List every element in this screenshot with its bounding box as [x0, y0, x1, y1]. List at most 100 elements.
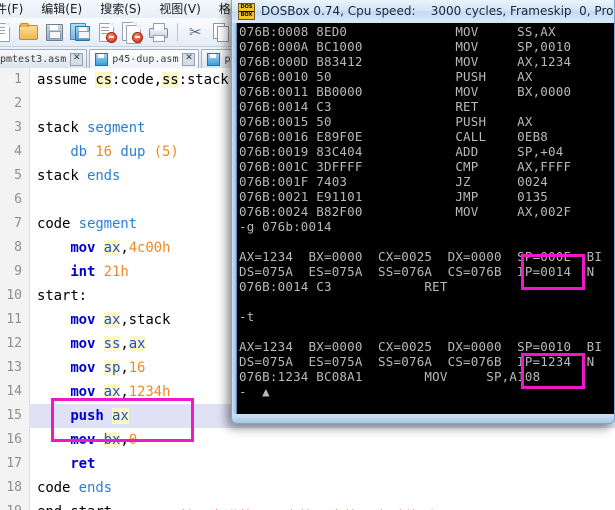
- console-line: 076B:0008 8ED0 MOV SS,AX: [239, 24, 556, 39]
- console-line: 076B:0016 E89F0E CALL 0EB8: [239, 129, 549, 144]
- code-token: ,: [120, 240, 129, 256]
- code-token: start:: [37, 288, 87, 304]
- open-folder-icon[interactable]: [16, 20, 40, 44]
- tab-close-icon[interactable]: ✕: [70, 52, 84, 66]
- tab-pmtest3[interactable]: pmtest3.asm ✕: [0, 49, 88, 68]
- code-token: 4c00h: [128, 240, 171, 256]
- print-icon[interactable]: [146, 20, 170, 44]
- document-lines: [101, 27, 109, 28]
- close-file-icon[interactable]: [94, 20, 118, 44]
- code-token: ss: [161, 72, 179, 88]
- dosbox-bottom-edge: [232, 414, 614, 423]
- console-line: 076B:0024 B82F00 MOV AX,002F: [239, 204, 572, 219]
- code-token: ): [170, 144, 179, 160]
- console-line: -g 076b:0014: [239, 219, 332, 234]
- code-line-text: mov sp,16: [37, 356, 145, 380]
- line-number: 19: [0, 500, 22, 510]
- code-token: stack: [37, 120, 87, 136]
- save-all-icon[interactable]: [68, 20, 92, 44]
- annotation-text: 显然，先进栈，再出栈，出栈元素赋值到ip: [164, 506, 448, 510]
- console-line: 076B:0014 C3 RET: [239, 279, 448, 294]
- console-line: 076B:0019 83C404 ADD SP,+04: [239, 144, 564, 159]
- code-token: cs: [95, 72, 112, 88]
- code-line-text: end start: [37, 500, 112, 510]
- code-token: (: [153, 144, 163, 160]
- code-token: ax: [103, 240, 121, 256]
- document-shape: [0, 23, 10, 42]
- code-line-text: stack segment: [37, 116, 145, 140]
- console-line: 076B:0010 50 PUSH AX: [239, 69, 533, 84]
- console-line: 076B:001C 3DFFFF CMP AX,FFFF: [239, 159, 572, 174]
- code-line-text: code ends: [37, 476, 112, 500]
- code-token: assume: [37, 72, 96, 88]
- line-number: 10: [6, 288, 22, 303]
- line-number: 17: [6, 456, 22, 471]
- printer-shape: [149, 23, 168, 42]
- console-line: 076B:001F 7403 JZ 0024: [239, 174, 549, 189]
- code-token: code: [37, 216, 79, 232]
- save-icon[interactable]: [42, 20, 66, 44]
- copy-page-front: [217, 26, 229, 42]
- new-file-icon[interactable]: [0, 20, 14, 44]
- code-token: start: [70, 504, 112, 510]
- copy-icon[interactable]: [209, 20, 233, 44]
- line-number: 18: [6, 480, 22, 495]
- code-token: int: [70, 264, 96, 280]
- close-badge: [132, 32, 143, 43]
- tab-p45-dup[interactable]: p45-dup.asm ✕: [89, 49, 200, 68]
- menu-item-view[interactable]: 视图(V): [150, 0, 210, 18]
- code-line[interactable]: 17 ret: [0, 452, 615, 476]
- code-token: ax: [128, 336, 146, 352]
- code-token: ends: [86, 168, 121, 184]
- code-token: :stack: [178, 72, 229, 88]
- dosbox-window[interactable]: DOSBox 0.74, Cpu speed: 3000 cycles, Fra…: [231, 0, 615, 424]
- code-token: ,stack: [120, 312, 171, 328]
- code-token: mov: [70, 240, 96, 256]
- line-number: 14: [6, 384, 22, 399]
- close-badge: [106, 32, 117, 43]
- toolbar-separator: [177, 23, 178, 41]
- code-token: ss: [103, 336, 121, 352]
- code-line-text: mov ax,4c00h: [37, 236, 170, 260]
- tab-close-icon[interactable]: ✕: [182, 52, 196, 66]
- menu-item-file[interactable]: 件(F): [0, 0, 32, 18]
- dosbox-title-text: DOSBox 0.74, Cpu speed: 3000 cycles, Fra…: [261, 4, 615, 18]
- sp-ip-highlight-first: [521, 254, 585, 290]
- console-line: 076B:0021 E91101 JMP 0135: [239, 189, 549, 204]
- line-number: 9: [14, 264, 22, 279]
- scissors-glyph: ✂: [189, 23, 202, 41]
- line-number: 13: [6, 360, 22, 375]
- code-token: stack: [37, 168, 87, 184]
- menu-item-search-label: 搜索(S): [100, 2, 142, 16]
- screen-root: 件(F) 编辑(E) 搜索(S) 视图(V) 格式(M: [0, 0, 615, 510]
- menu-item-search[interactable]: 搜索(S): [91, 0, 150, 18]
- dosbox-title-bar[interactable]: DOSBox 0.74, Cpu speed: 3000 cycles, Fra…: [232, 0, 615, 22]
- line-number: 6: [14, 192, 22, 207]
- code-line[interactable]: 18 code ends: [0, 476, 615, 500]
- cut-icon[interactable]: ✂: [183, 20, 207, 44]
- code-token: :code,: [111, 72, 162, 88]
- menu-item-edit-label: 编辑(E): [41, 2, 83, 16]
- code-token: mov: [70, 336, 96, 352]
- code-token: mov: [70, 360, 96, 376]
- code-token: ret: [70, 456, 96, 472]
- line-number: 12: [6, 336, 22, 351]
- code-token: 16: [95, 144, 113, 160]
- line-number: 4: [14, 144, 22, 159]
- console-line: 076B:0015 50 PUSH AX: [239, 114, 533, 129]
- line-number: 2: [14, 96, 22, 111]
- menu-item-edit[interactable]: 编辑(E): [32, 0, 91, 18]
- code-line-text: ret: [37, 452, 95, 476]
- close-all-files-icon[interactable]: [120, 20, 144, 44]
